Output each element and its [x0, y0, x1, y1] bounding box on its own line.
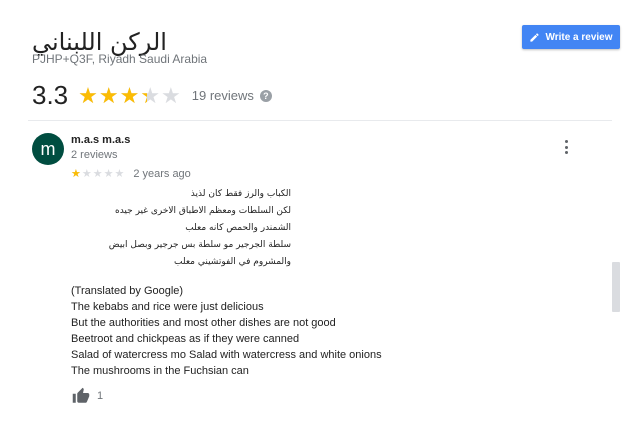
review-rating: ★★★★★ ★★★★★ 2 years ago [71, 167, 191, 181]
avatar[interactable]: m [32, 133, 64, 165]
translated-line: Beetroot and chickpeas as if they were c… [71, 333, 300, 345]
original-line: الشمندر والحمص كانه معلب [185, 223, 291, 233]
like-count: 1 [97, 390, 104, 402]
translated-line: But the authorities and most other dishe… [71, 317, 336, 329]
original-line: والمشروم في الفوتشيني معلب [174, 257, 291, 267]
original-line: لكن السلطات ومعظم الاطباق الاخرى غير جيد… [114, 206, 291, 216]
like-button[interactable]: 1 [71, 387, 103, 405]
author-name[interactable]: m.a.s m.a.s [71, 134, 130, 146]
write-review-button[interactable]: Write a review [522, 25, 620, 49]
place-address: PJHP+Q3F, Riyadh Saudi Arabia [32, 52, 208, 66]
author-review-count: 2 reviews [71, 149, 118, 161]
translated-line: The kebabs and rice were just delicious [71, 301, 264, 313]
translated-line: (Translated by Google) [71, 285, 184, 297]
original-line: الكباب والرز فقط كان لذيذ [190, 189, 291, 199]
thumbs-up-icon [72, 387, 90, 403]
more-options-icon[interactable] [560, 140, 572, 154]
review-translated-text: (Translated by Google) The kebabs and ri… [71, 283, 382, 379]
review-count-link[interactable]: 19 reviews [192, 88, 254, 103]
help-icon[interactable]: ? [259, 89, 272, 102]
divider [28, 120, 612, 121]
rating-stars: ★★★★★ ★★★★★ [78, 82, 182, 108]
review-stars: ★★★★★ ★★★★★ [71, 168, 126, 180]
original-line: سلطة الجرجير مو سلطة بس جرجير وبصل ابيض [108, 240, 291, 250]
translated-line: The mushrooms in the Fuchsian can [71, 365, 249, 377]
scrollbar[interactable] [612, 262, 620, 312]
write-review-label: Write a review [545, 31, 613, 43]
overall-rating: 3.3 ★★★★★ ★★★★★ 19 reviews ? [32, 80, 272, 111]
rating-value: 3.3 [32, 80, 69, 110]
review-date: 2 years ago [133, 167, 191, 180]
review-original-text: الكباب والرز فقط كان لذيذ لكن السلطات وم… [71, 186, 291, 271]
pencil-icon [530, 32, 540, 42]
translated-line: Salad of watercress mo Salad with waterc… [71, 349, 382, 361]
